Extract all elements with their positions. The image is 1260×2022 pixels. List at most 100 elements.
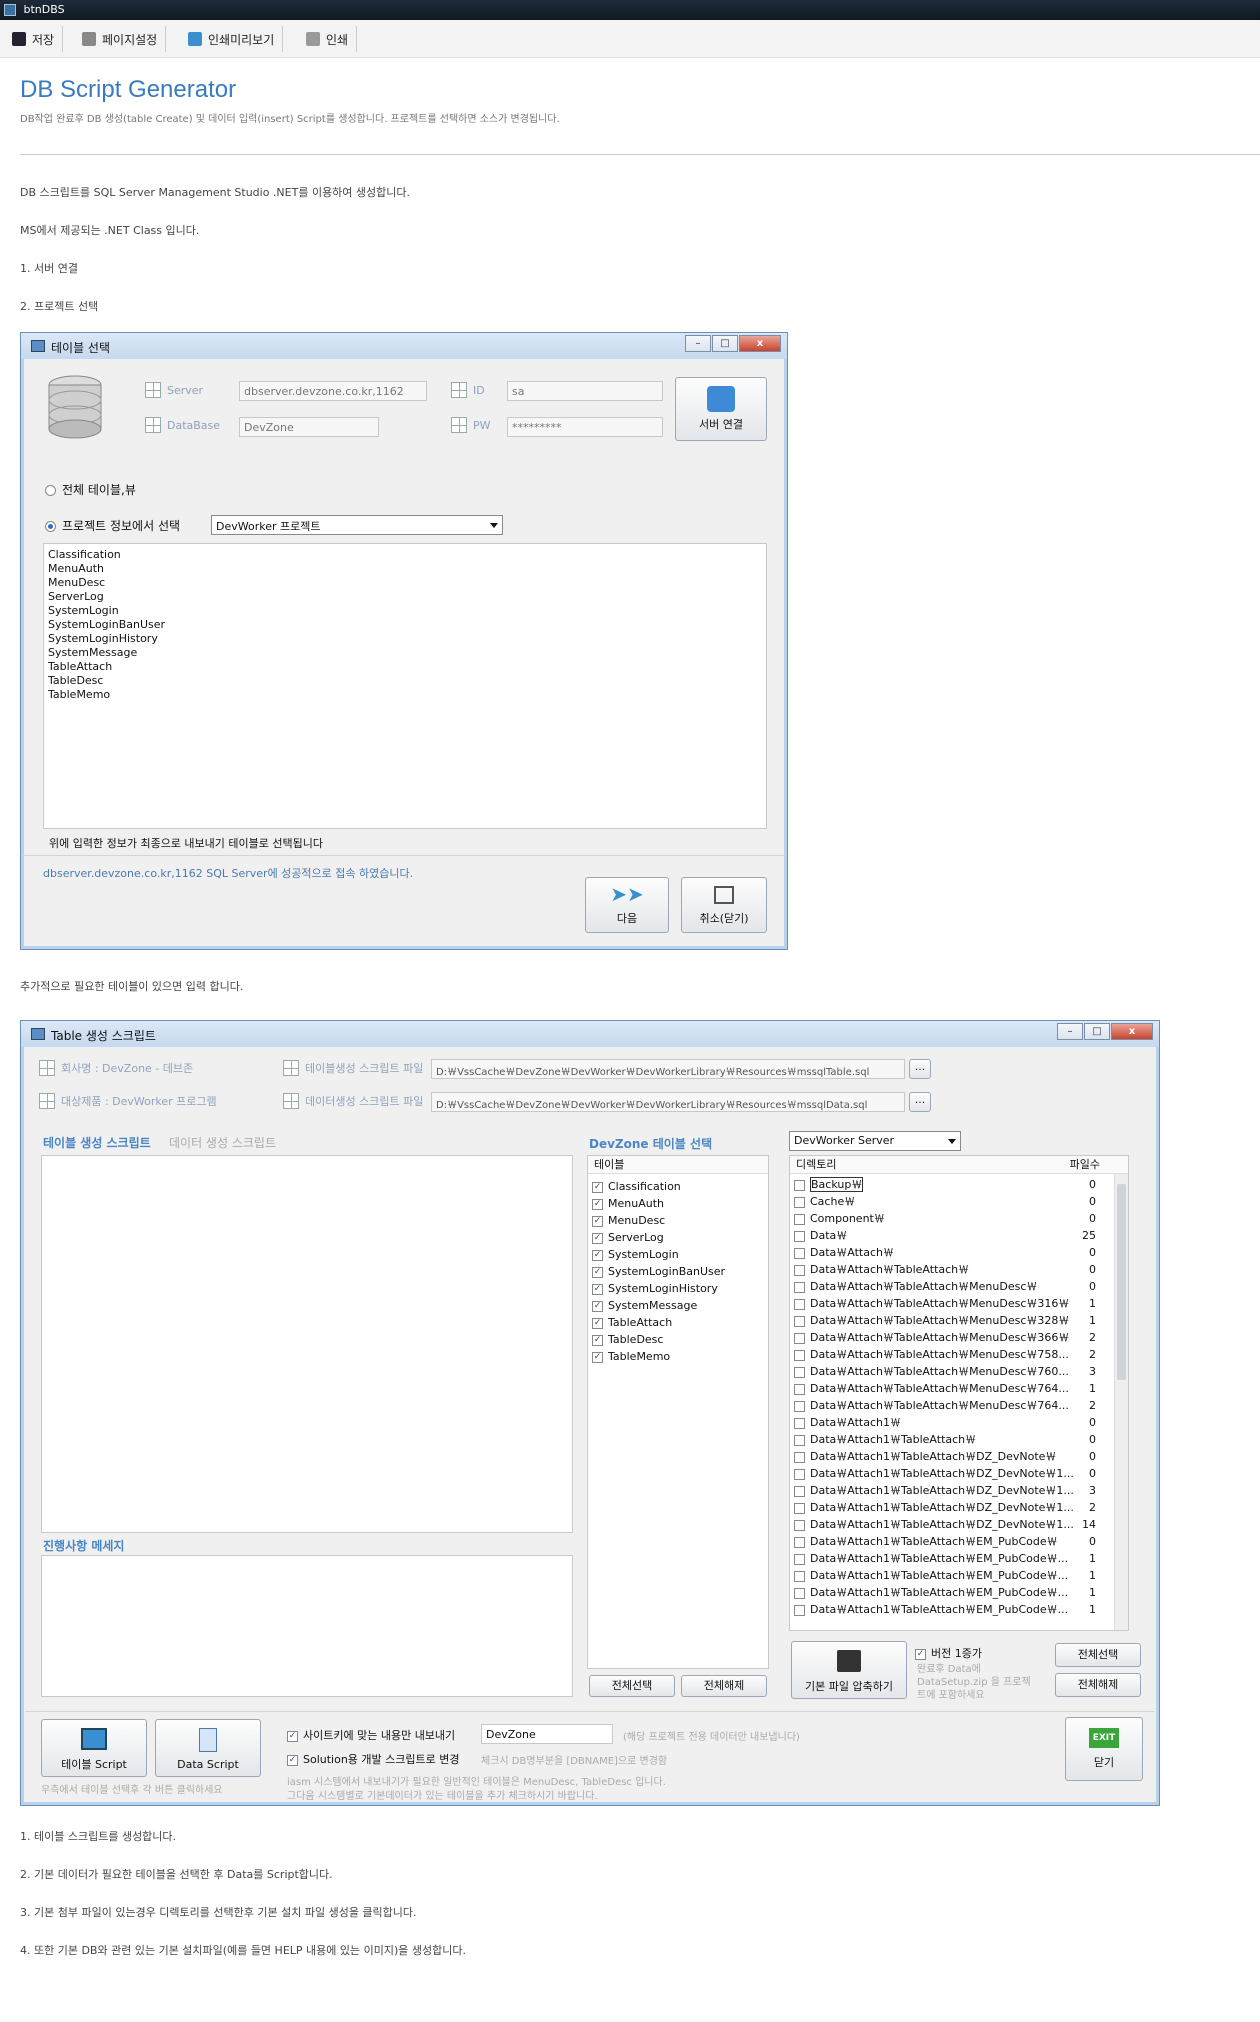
table-script-file-input[interactable]: D:￦VssCache￦DevZone￦DevWorker￦DevWorkerL… [431, 1059, 905, 1079]
table-checkbox-row[interactable]: ✓ SystemLogin [592, 1246, 764, 1263]
progress-messages[interactable] [41, 1555, 573, 1697]
checkbox[interactable] [794, 1519, 805, 1531]
directory-row[interactable]: Data￦Attach￦TableAttach￦MenuDesc￦764... 2 [794, 1397, 1124, 1414]
directory-row[interactable]: Data￦Attach￦TableAttach￦MenuDesc￦366￦ 2 [794, 1329, 1124, 1346]
script-output-textarea[interactable] [41, 1155, 573, 1533]
directory-row[interactable]: Data￦Attach1￦TableAttach￦EM_PubCode￦ 0 [794, 1533, 1124, 1550]
minimize-button[interactable]: – [685, 335, 711, 352]
directory-row[interactable]: Data￦Attach1￦TableAttach￦EM_PubCode￦... 1 [794, 1601, 1124, 1618]
checkbox[interactable] [794, 1451, 805, 1463]
list-item[interactable]: SystemMessage [46, 646, 764, 660]
directory-row[interactable]: Data￦ 25 [794, 1227, 1124, 1244]
list-item[interactable]: SystemLoginHistory [46, 632, 764, 646]
tab-table-script[interactable]: 테이블 생성 스크립트 [43, 1134, 151, 1151]
scrollbar-thumb[interactable] [1117, 1184, 1126, 1380]
list-item[interactable]: Classification [46, 548, 764, 562]
directory-row[interactable]: Data￦Attach￦TableAttach￦MenuDesc￦764... 1 [794, 1380, 1124, 1397]
directory-row[interactable]: Cache￦ 0 [794, 1193, 1124, 1210]
select-all-dirs-button[interactable]: 전체선택 [1055, 1643, 1141, 1667]
checkbox[interactable] [794, 1553, 805, 1565]
table-checkbox-row[interactable]: ✓ TableAttach [592, 1314, 764, 1331]
next-button[interactable]: ➤➤ 다음 [585, 877, 669, 933]
save-button[interactable]: 저장 [4, 26, 64, 52]
checkbox[interactable] [794, 1570, 805, 1582]
print-preview-button[interactable]: 인쇄미리보기 [180, 26, 284, 52]
checkbox[interactable] [794, 1502, 805, 1514]
directory-row[interactable]: Data￦Attach1￦TableAttach￦DZ_DevNote￦1...… [794, 1482, 1124, 1499]
checkbox[interactable]: ✓ [592, 1283, 603, 1295]
scrollbar[interactable] [1114, 1174, 1128, 1630]
select-all-tables-button[interactable]: 전체선택 [589, 1675, 675, 1697]
list-item[interactable]: TableAttach [46, 660, 764, 674]
database-input[interactable]: DevZone [239, 417, 379, 437]
maximize-button[interactable]: □ [1084, 1023, 1110, 1040]
list-item[interactable]: TableMemo [46, 688, 764, 702]
directory-row[interactable]: Backup￦ 0 [794, 1176, 1124, 1193]
checkbox[interactable]: ✓ [592, 1317, 603, 1329]
browse-button[interactable]: ... [909, 1059, 931, 1079]
checkbox[interactable]: ✓ [592, 1215, 603, 1227]
list-item[interactable]: TableDesc [46, 674, 764, 688]
checkbox[interactable]: ✓ [592, 1300, 603, 1312]
table-script-button[interactable]: 테이블 Script [41, 1719, 147, 1777]
deselect-all-dirs-button[interactable]: 전체해제 [1055, 1673, 1141, 1697]
page-setup-button[interactable]: 페이지설정 [74, 26, 167, 52]
browse-button[interactable]: ... [909, 1092, 931, 1112]
data-script-button[interactable]: Data Script [155, 1719, 261, 1777]
directory-row[interactable]: Data￦Attach1￦TableAttach￦EM_PubCode￦... 1 [794, 1567, 1124, 1584]
checkbox[interactable] [794, 1349, 805, 1361]
directory-row[interactable]: Data￦Attach1￦TableAttach￦DZ_DevNote￦ 0 [794, 1448, 1124, 1465]
directory-row[interactable]: Data￦Attach1￦ 0 [794, 1414, 1124, 1431]
maximize-button[interactable]: □ [712, 335, 738, 352]
directory-row[interactable]: Data￦Attach￦TableAttach￦MenuDesc￦316￦ 1 [794, 1295, 1124, 1312]
checkbox[interactable]: ✓ [287, 1754, 298, 1766]
checkbox[interactable] [794, 1179, 805, 1191]
checkbox[interactable] [794, 1247, 805, 1259]
checkbox[interactable] [794, 1298, 805, 1310]
checkbox[interactable]: ✓ [592, 1266, 603, 1278]
close-dialog-button[interactable]: EXIT 닫기 [1065, 1717, 1143, 1781]
directory-list[interactable]: 디렉토리 파일수 Backup￦ 0 Cache￦ 0 Component￦ 0 Data￦… [789, 1155, 1129, 1631]
radio-project[interactable]: 프로젝트 정보에서 선택 [45, 517, 180, 534]
checkbox[interactable] [794, 1604, 805, 1616]
close-button[interactable]: x [1111, 1023, 1153, 1040]
server-connect-button[interactable]: 서버 연결 [675, 377, 767, 441]
table-checkbox-row[interactable]: ✓ SystemLoginBanUser [592, 1263, 764, 1280]
print-button[interactable]: 인쇄 [298, 26, 358, 52]
table-list[interactable]: Classification MenuAuth MenuDesc ServerL… [43, 543, 767, 829]
cancel-button[interactable]: 취소(닫기) [681, 877, 767, 933]
directory-row[interactable]: Data￦Attach1￦TableAttach￦DZ_DevNote￦1...… [794, 1465, 1124, 1482]
directory-row[interactable]: Data￦Attach1￦TableAttach￦ 0 [794, 1431, 1124, 1448]
table-checkbox-row[interactable]: ✓ SystemLoginHistory [592, 1280, 764, 1297]
project-select[interactable]: DevWorker 프로젝트 [211, 515, 503, 535]
site-key-checkbox[interactable]: ✓ 사이트키에 맞는 내용만 내보내기 [287, 1727, 455, 1743]
table-checkbox-row[interactable]: ✓ TableMemo [592, 1348, 764, 1365]
id-input[interactable]: sa [507, 381, 663, 401]
checkbox[interactable] [794, 1264, 805, 1276]
table-checkbox-row[interactable]: ✓ SystemMessage [592, 1297, 764, 1314]
table-checkbox-row[interactable]: ✓ Classification [592, 1178, 764, 1195]
solution-checkbox[interactable]: ✓ Solution용 개발 스크립트로 변경 [287, 1751, 460, 1767]
list-item[interactable]: ServerLog [46, 590, 764, 604]
server-input[interactable]: dbserver.devzone.co.kr,1162 [239, 381, 427, 401]
directory-row[interactable]: Data￦Attach￦TableAttach￦ 0 [794, 1261, 1124, 1278]
checkbox[interactable] [794, 1383, 805, 1395]
checkbox[interactable] [794, 1281, 805, 1293]
checkbox[interactable]: ✓ [592, 1351, 603, 1363]
directory-row[interactable]: Component￦ 0 [794, 1210, 1124, 1227]
checkbox[interactable] [794, 1434, 805, 1446]
list-item[interactable]: MenuDesc [46, 576, 764, 590]
checkbox[interactable]: ✓ [592, 1198, 603, 1210]
checkbox[interactable]: ✓ [592, 1334, 603, 1346]
checkbox[interactable] [794, 1315, 805, 1327]
table-checkbox-row[interactable]: ✓ ServerLog [592, 1229, 764, 1246]
list-item[interactable]: SystemLogin [46, 604, 764, 618]
pw-input[interactable]: ********* [507, 417, 663, 437]
close-button[interactable]: x [739, 335, 781, 352]
radio-all-tables[interactable]: 전체 테이블,뷰 [45, 481, 136, 498]
devzone-table-list[interactable]: 테이블 ✓ Classification ✓ MenuAuth ✓ MenuDesc … [587, 1155, 769, 1669]
directory-row[interactable]: Data￦Attach1￦TableAttach￦DZ_DevNote￦1...… [794, 1499, 1124, 1516]
server-select[interactable]: DevWorker Server [789, 1131, 961, 1151]
checkbox[interactable] [794, 1196, 805, 1208]
table-checkbox-row[interactable]: ✓ MenuAuth [592, 1195, 764, 1212]
